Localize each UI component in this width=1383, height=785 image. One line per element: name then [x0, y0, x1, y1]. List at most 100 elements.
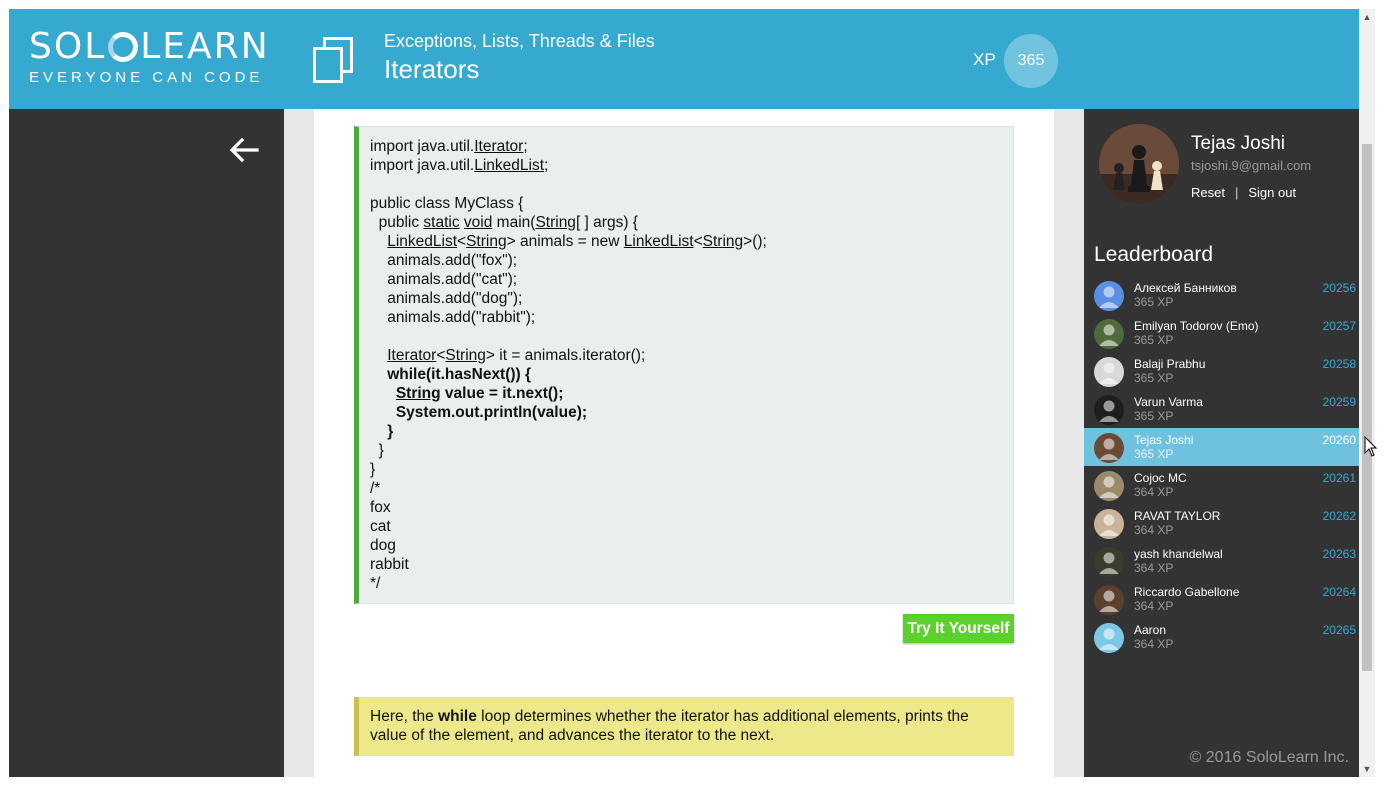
leaderboard-title: Leaderboard: [1094, 243, 1214, 266]
leaderboard-rank: 20261: [1322, 471, 1356, 485]
code-type-link[interactable]: static: [423, 214, 459, 231]
leaderboard-row[interactable]: Balaji Prabhu 365 XP 20258: [1084, 352, 1359, 390]
code-type-link[interactable]: Iterator: [474, 138, 523, 155]
code-type-link[interactable]: String: [466, 233, 507, 250]
code-type-link[interactable]: LinkedList: [474, 157, 544, 174]
code-type-link[interactable]: Iterator: [387, 347, 436, 364]
leaderboard-avatar: [1094, 471, 1124, 501]
leaderboard-row[interactable]: Riccardo Gabellone 364 XP 20264: [1084, 580, 1359, 618]
leaderboard-row[interactable]: Cojoc MC 364 XP 20261: [1084, 466, 1359, 504]
code-line: cat: [370, 517, 1013, 536]
code-text: value = it.next();: [440, 385, 564, 402]
leaderboard-avatar: [1094, 395, 1124, 425]
code-type-link[interactable]: String: [445, 347, 486, 364]
scrollbar-thumb[interactable]: [1362, 144, 1372, 671]
course-title: Exceptions, Lists, Threads & Files: [384, 31, 655, 51]
leaderboard-avatar: [1094, 585, 1124, 615]
code-type-link[interactable]: LinkedList: [387, 233, 457, 250]
code-line: while(it.hasNext()) {: [370, 365, 1013, 384]
leaderboard-name: Cojoc MC: [1134, 471, 1187, 485]
code-line: public class MyClass {: [370, 194, 1013, 213]
code-line: animals.add("cat");: [370, 270, 1013, 289]
scroll-up-icon[interactable]: ▲: [1359, 9, 1375, 25]
code-line: import java.util.LinkedList;: [370, 156, 1013, 175]
back-arrow-icon[interactable]: [227, 133, 261, 167]
code-type-link[interactable]: String: [703, 233, 744, 250]
code-line: import java.util.Iterator;: [370, 137, 1013, 156]
code-text: ;: [523, 138, 528, 155]
code-text: [ ] args) {: [575, 214, 638, 231]
app-window: SOL LEARN EVERYONE CAN CODE Exceptions, …: [9, 9, 1359, 777]
leaderboard-row[interactable]: yash khandelwal 364 XP 20263: [1084, 542, 1359, 580]
leaderboard-row[interactable]: Алексей Банников 365 XP 20256: [1084, 276, 1359, 314]
code-text: }: [370, 461, 376, 478]
scroll-down-icon[interactable]: ▼: [1359, 761, 1375, 777]
code-text: fox: [370, 499, 391, 516]
leaderboard-avatar: [1094, 509, 1124, 539]
code-text: <: [693, 233, 703, 250]
try-it-yourself-button[interactable]: Try It Yourself: [903, 614, 1014, 643]
leaderboard-name: Riccardo Gabellone: [1134, 585, 1240, 599]
code-type-link[interactable]: void: [464, 214, 492, 231]
code-type-link[interactable]: LinkedList: [624, 233, 694, 250]
code-text: animals.add("dog");: [370, 290, 523, 307]
code-line: LinkedList<String> animals = new LinkedL…: [370, 232, 1013, 251]
sign-out-link[interactable]: Sign out: [1248, 185, 1296, 200]
code-type-link[interactable]: String: [396, 385, 441, 402]
leaderboard-row[interactable]: RAVAT TAYLOR 364 XP 20262: [1084, 504, 1359, 542]
code-line: String value = it.next();: [370, 384, 1013, 403]
code-text: animals.add("cat");: [370, 271, 518, 288]
leaderboard-avatar: [1094, 433, 1124, 463]
code-line: rabbit: [370, 555, 1013, 574]
leaderboard-xp: 365 XP: [1134, 447, 1174, 461]
reset-link[interactable]: Reset: [1191, 185, 1225, 200]
leaderboard-avatar: [1094, 547, 1124, 577]
leaderboard-rank: 20256: [1322, 281, 1356, 295]
code-text: */: [370, 575, 381, 592]
code-text: cat: [370, 518, 391, 535]
code-line: Iterator<String> it = animals.iterator()…: [370, 346, 1013, 365]
logo-ring-icon: [108, 32, 139, 62]
leaderboard-xp: 364 XP: [1134, 561, 1174, 575]
code-text: animals.add("fox");: [370, 252, 518, 269]
leaderboard-name: Emilyan Todorov (Emo): [1134, 319, 1259, 333]
code-text: System.out.println(value);: [370, 404, 588, 421]
leaderboard-row[interactable]: Tejas Joshi 365 XP 20260: [1084, 428, 1359, 466]
logo-wordmark: SOL LEARN: [29, 27, 270, 67]
leaderboard-xp: 365 XP: [1134, 371, 1174, 385]
leaderboard-row[interactable]: Varun Varma 365 XP 20259: [1084, 390, 1359, 428]
leaderboard-name: Алексей Банников: [1134, 281, 1237, 295]
logo-text-left: SOL: [29, 26, 107, 67]
leaderboard-name: Balaji Prabhu: [1134, 357, 1206, 371]
code-text: animals.add("rabbit");: [370, 309, 536, 326]
leaderboard-xp: 364 XP: [1134, 637, 1174, 651]
code-text: public: [370, 214, 424, 231]
sololearn-logo[interactable]: SOL LEARN EVERYONE CAN CODE: [29, 27, 270, 87]
leaderboard-xp: 365 XP: [1134, 333, 1174, 347]
profile-email: tsjoshi.9@gmail.com: [1191, 158, 1312, 173]
right-sidebar: Tejas Joshi tsjoshi.9@gmail.com Reset | …: [1084, 109, 1359, 777]
leaderboard-avatar: [1094, 357, 1124, 387]
page-scrollbar[interactable]: ▲ ▼: [1359, 9, 1375, 777]
code-line: /*: [370, 479, 1013, 498]
code-type-link[interactable]: String: [535, 214, 576, 231]
top-header: SOL LEARN EVERYONE CAN CODE Exceptions, …: [9, 9, 1359, 109]
profile-avatar[interactable]: [1099, 124, 1179, 204]
leaderboard-avatar: [1094, 623, 1124, 653]
leaderboard-xp: 365 XP: [1134, 409, 1174, 423]
code-text: }: [370, 423, 394, 440]
leaderboard-rank: 20262: [1322, 509, 1356, 523]
leaderboard-name: Aaron: [1134, 623, 1167, 637]
leaderboard-rank: 20264: [1322, 585, 1356, 599]
code-text: ;: [544, 157, 549, 174]
code-line: animals.add("fox");: [370, 251, 1013, 270]
leaderboard-row[interactable]: Emilyan Todorov (Emo) 365 XP 20257: [1084, 314, 1359, 352]
leaderboard-row[interactable]: Aaron 364 XP 20265: [1084, 618, 1359, 656]
leaderboard-xp: 364 XP: [1134, 485, 1174, 499]
lesson-title: Iterators: [384, 54, 480, 84]
explanation-note: Here, the while loop determines whether …: [354, 697, 1014, 756]
